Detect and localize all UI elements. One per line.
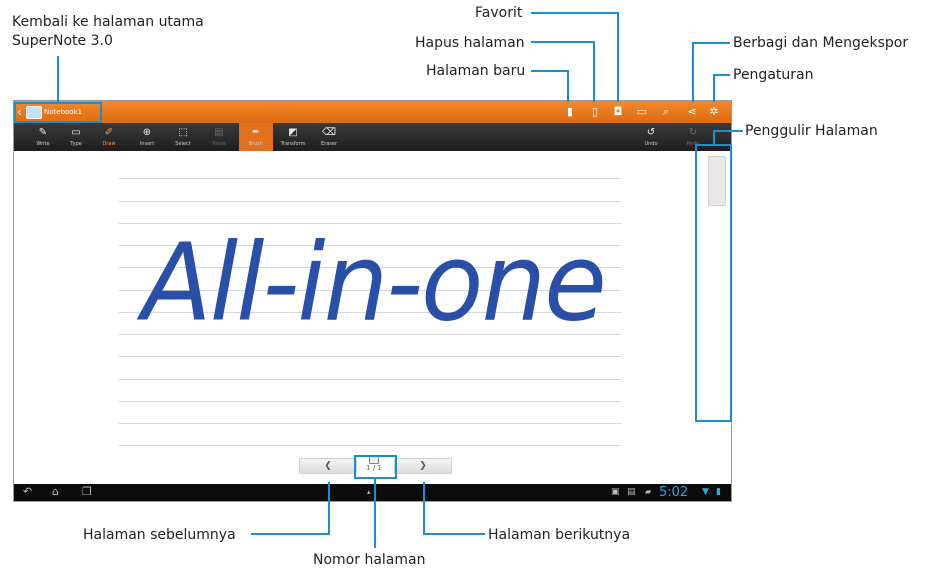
tool-transform[interactable]: ◩ Transform <box>276 123 310 151</box>
search-icon[interactable]: ⌕ <box>658 104 674 120</box>
tool-select[interactable]: ⬚ Select <box>166 123 200 151</box>
delete-page-icon[interactable]: ▯ <box>587 104 603 120</box>
leader-line <box>713 74 715 102</box>
callout-delete-page: Hapus halaman <box>415 35 525 51</box>
keyboard-icon: ▭ <box>71 127 81 138</box>
callout-prev-page: Halaman sebelumnya <box>83 527 236 543</box>
brush-icon: ✐ <box>104 127 114 138</box>
menu-nav-icon[interactable]: ▴ <box>367 485 371 499</box>
undo-icon: ↺ <box>646 127 656 138</box>
leader-line <box>713 74 730 76</box>
tool-draw-label: Draw <box>102 141 116 147</box>
tool-brush-label: Brush <box>248 141 264 147</box>
tablet-screen: ‹ Notebook1 ▮ ▯ ◘ ▭ ⌕ ⋖ ✲ ✎ Write ▭ Type ✐… <box>13 100 732 502</box>
leader-line <box>57 56 59 102</box>
chevron-right-icon: ❯ <box>419 461 427 471</box>
leader-line <box>374 477 376 548</box>
tool-paste[interactable]: ▤ Paste <box>202 123 236 151</box>
callout-page-scroller: Penggulir Halaman <box>745 123 878 139</box>
home-nav-icon[interactable]: ⌂ <box>52 485 59 499</box>
bookmark-icon[interactable]: ◘ <box>610 104 626 120</box>
title-bar: ‹ Notebook1 ▮ ▯ ◘ ▭ ⌕ ⋖ ✲ <box>14 101 731 123</box>
tool-paste-label: Paste <box>212 141 226 147</box>
tool-brush[interactable]: ✒ Brush <box>239 123 273 151</box>
paste-icon: ▤ <box>214 127 224 138</box>
leader-line <box>692 42 694 102</box>
pen-icon: ✎ <box>38 127 48 138</box>
highlight-page-scroller <box>695 144 732 422</box>
tool-type-label: Type <box>70 141 82 147</box>
clock: 5:02 <box>659 485 689 500</box>
callout-next-page: Halaman berikutnya <box>488 527 631 543</box>
tool-select-label: Select <box>175 141 191 147</box>
leader-line <box>423 533 485 535</box>
leader-line <box>251 533 330 535</box>
ruled-line <box>119 401 621 402</box>
share-icon[interactable]: ⋖ <box>684 104 700 120</box>
callout-settings: Pengaturan <box>733 67 814 83</box>
battery-icon: ▮ <box>716 487 721 497</box>
tool-eraser-label: Eraser <box>320 141 337 147</box>
note-canvas[interactable]: All-in-one <box>14 151 731 484</box>
leader-line <box>423 482 425 535</box>
gear-icon[interactable]: ✲ <box>706 104 722 120</box>
tool-type[interactable]: ▭ Type <box>59 123 93 151</box>
leader-line <box>531 41 595 43</box>
leader-line <box>567 70 569 102</box>
ruled-line <box>119 178 621 179</box>
brush-icon: ✒ <box>251 127 261 138</box>
leader-line <box>531 70 569 72</box>
leader-line <box>531 12 619 14</box>
tool-bar: ✎ Write ▭ Type ✐ Draw ⊕ Insert ⬚ Select ▤ Past… <box>14 123 731 151</box>
leader-line <box>713 130 715 144</box>
next-page-button[interactable]: ❯ <box>394 458 452 474</box>
callout-back-home: Kembali ke halaman utama SuperNote 3.0 <box>12 14 204 49</box>
callout-favorite: Favorit <box>475 5 523 21</box>
chevron-left-icon: ❮ <box>324 461 332 471</box>
recent-apps-icon[interactable]: ❐ <box>82 485 92 499</box>
leader-line <box>713 130 743 132</box>
transform-icon: ◩ <box>288 127 298 138</box>
callout-new-page: Halaman baru <box>426 63 526 79</box>
tool-eraser[interactable]: ⌫ Eraser <box>312 123 346 151</box>
ruled-line <box>119 379 621 380</box>
highlight-page-number <box>354 455 397 479</box>
usb-icon: ▤ <box>627 487 636 497</box>
ruled-line <box>119 201 621 202</box>
new-page-icon[interactable]: ▮ <box>562 104 578 120</box>
redo-icon: ↻ <box>688 127 698 138</box>
tool-insert[interactable]: ⊕ Insert <box>130 123 164 151</box>
ruled-line <box>119 445 621 446</box>
wifi-icon: ▼ <box>702 487 709 497</box>
undo-button[interactable]: ↺ Undo <box>634 123 668 151</box>
layout-icon[interactable]: ▭ <box>634 104 650 120</box>
notification-icon: ▰ <box>645 487 652 496</box>
system-bar: ↶ ⌂ ❐ ▴ ▣ ▤ ▰ 5:02 ▼ ▮ <box>14 484 731 501</box>
insert-icon: ⊕ <box>142 127 152 138</box>
tool-transform-label: Transform <box>280 141 306 147</box>
undo-label: Undo <box>644 141 658 147</box>
leader-line <box>692 42 730 44</box>
gallery-icon: ▣ <box>611 487 620 497</box>
prev-page-button[interactable]: ❮ <box>299 458 357 474</box>
tool-draw[interactable]: ✐ Draw <box>92 123 126 151</box>
callout-share-export: Berbagi dan Mengekspor <box>733 35 909 51</box>
eraser-icon: ⌫ <box>321 127 337 138</box>
tool-write[interactable]: ✎ Write <box>26 123 60 151</box>
tool-insert-label: Insert <box>139 141 155 147</box>
leader-line <box>593 41 595 102</box>
leader-line <box>617 12 619 102</box>
back-nav-icon[interactable]: ↶ <box>23 485 32 499</box>
ruled-line <box>119 423 621 424</box>
handwritten-text: All-in-one <box>142 221 607 346</box>
leader-line <box>328 482 330 535</box>
select-icon: ⬚ <box>178 127 188 138</box>
highlight-back-home <box>14 102 102 123</box>
callout-page-number: Nomor halaman <box>313 552 426 568</box>
tool-write-label: Write <box>36 141 50 147</box>
